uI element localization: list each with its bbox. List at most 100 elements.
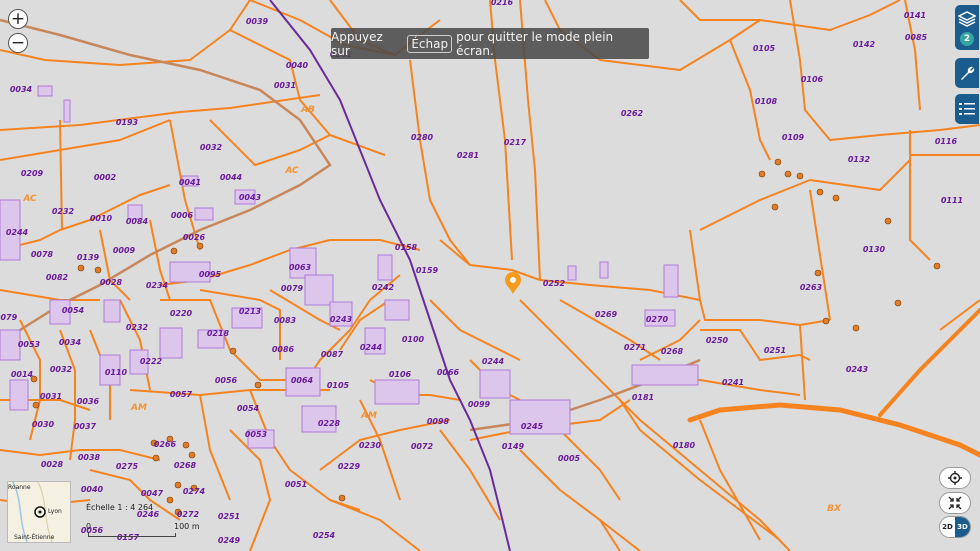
- parcel-number-label: 0034: [10, 85, 33, 94]
- parcel-number-label: 0281: [457, 151, 479, 160]
- parcel-number-label: 0232: [52, 207, 75, 216]
- crosshair-icon: [948, 471, 962, 485]
- parcel-number-label: 0230: [359, 441, 382, 450]
- parcel-number-label: 0229: [338, 462, 361, 471]
- parcel-number-label: 0141: [904, 11, 926, 20]
- parcel-number-label: 0040: [81, 485, 104, 494]
- parcel-number-label: 0111: [941, 196, 963, 205]
- parcel-number-label: 0217: [504, 138, 527, 147]
- parcel-number-label: 0002: [94, 173, 117, 182]
- scale-bar-line: [88, 533, 176, 537]
- minimap-bottom-label: Saint-Étienne: [14, 534, 55, 541]
- legend-button[interactable]: [955, 94, 979, 124]
- parcel-number-label: 0250: [706, 336, 729, 345]
- parcel-number-label: 0280: [411, 133, 434, 142]
- scale-end: 100 m: [174, 522, 200, 531]
- parcel-number-label: 0005: [558, 454, 581, 463]
- parcel-number-label: 0269: [595, 310, 618, 319]
- parcel-number-label: 0064: [291, 376, 314, 385]
- parcel-number-label: 0063: [289, 263, 312, 272]
- exit-fullscreen-button[interactable]: [939, 492, 971, 514]
- parcel-number-label: 0180: [673, 441, 696, 450]
- parcel-number-label: 0218: [207, 329, 230, 338]
- parcel-number-label: 0051: [285, 480, 307, 489]
- parcel-number-label: 0132: [848, 155, 871, 164]
- parcel-number-label: 0209: [21, 169, 44, 178]
- parcel-number-label: 0213: [239, 307, 262, 316]
- parcel-number-label: 0053: [18, 340, 41, 349]
- parcel-number-label: 0072: [411, 442, 434, 451]
- parcel-number-label: 0028: [100, 278, 123, 287]
- fullscreen-notice-suffix: pour quitter le mode plein écran.: [456, 29, 614, 58]
- parcel-number-label: 0066: [437, 368, 460, 377]
- parcel-number-label: 0268: [661, 347, 684, 356]
- parcel-number-label: 0270: [646, 315, 669, 324]
- scale-bar: Échelle 1 : 4 264 0 100 m: [82, 500, 202, 540]
- parcel-number-label: 0100: [402, 335, 425, 344]
- legend-list-icon: [959, 103, 975, 115]
- parcel-number-label: 0139: [77, 253, 100, 262]
- parcel-number-label: 0006: [171, 211, 194, 220]
- minimap-target-icon: [34, 506, 46, 518]
- overview-minimap[interactable]: Roanne Lyon Saint-Étienne: [7, 481, 71, 543]
- parcel-number-label: 0056: [215, 376, 238, 385]
- section-label: BX: [827, 504, 842, 514]
- parcel-number-label: 0159: [416, 266, 439, 275]
- parcel-number-label: 0242: [372, 283, 395, 292]
- parcel-number-label: 0232: [126, 323, 149, 332]
- geolocate-button[interactable]: [939, 467, 971, 489]
- parcel-number-label: 0110: [105, 368, 128, 377]
- parcel-number-label: 0085: [905, 33, 928, 42]
- parcel-number-label: 0109: [782, 133, 805, 142]
- parcel-number-label: 0028: [41, 460, 64, 469]
- parcel-number-label: 0084: [126, 217, 149, 226]
- fullscreen-notice: Appuyez sur Échap pour quitter le mode p…: [331, 28, 649, 59]
- parcel-number-label: 0158: [395, 243, 418, 252]
- parcel-number-label: 0263: [800, 283, 823, 292]
- parcel-number-label: 0053: [245, 430, 268, 439]
- parcel-number-label: 0030: [32, 420, 55, 429]
- tools-button[interactable]: [955, 58, 979, 88]
- zoom-out-button[interactable]: −: [8, 33, 28, 53]
- parcel-number-label: 0086: [272, 345, 295, 354]
- parcel-number-label: 0241: [722, 378, 744, 387]
- parcel-number-label: 0078: [31, 250, 54, 259]
- escape-key: Échap: [407, 34, 453, 53]
- parcel-number-label: 0026: [183, 233, 206, 242]
- parcel-number-label: 0106: [389, 370, 412, 379]
- parcel-number-label: 0116: [935, 137, 958, 146]
- parcel-number-label: 0262: [621, 109, 644, 118]
- zoom-in-button[interactable]: +: [8, 9, 28, 29]
- parcel-number-label: 0043: [239, 193, 262, 202]
- view-mode-toggle[interactable]: 2D 3D: [939, 516, 971, 538]
- layers-icon: [958, 11, 976, 27]
- parcel-number-label: 0181: [632, 393, 654, 402]
- parcel-number-label: 0083: [274, 316, 297, 325]
- collapse-icon: [948, 496, 962, 510]
- parcel-number-label: 0079: [281, 284, 304, 293]
- parcel-number-label: 0244: [482, 357, 505, 366]
- parcel-number-label: 0054: [62, 306, 85, 315]
- parcel-number-label: 0095: [199, 270, 222, 279]
- view-2d-option[interactable]: 2D: [940, 517, 955, 537]
- parcel-number-label: 0032: [50, 365, 73, 374]
- parcel-number-label: 0105: [327, 381, 350, 390]
- parcel-number-label: 0031: [274, 81, 296, 90]
- parcel-number-label: 0010: [90, 214, 113, 223]
- view-3d-option[interactable]: 3D: [955, 517, 970, 537]
- parcel-number-label: 0142: [853, 40, 876, 49]
- parcel-number-label: 0193: [116, 118, 139, 127]
- parcel-number-label: 0130: [863, 245, 886, 254]
- cadastral-map[interactable]: ABACACAMAMBX 003902160141004002610031008…: [0, 0, 980, 551]
- layers-count-badge: 2: [960, 32, 974, 46]
- section-label: AC: [22, 194, 37, 204]
- parcel-number-label: 0036: [77, 397, 100, 406]
- parcel-number-label: 0251: [764, 346, 786, 355]
- layers-button[interactable]: 2: [955, 5, 979, 50]
- parcel-number-label: 0057: [170, 390, 193, 399]
- parcel-number-label: 0266: [154, 440, 177, 449]
- parcel-number-label: 0014: [11, 370, 34, 379]
- parcel-number-label: 0228: [318, 419, 341, 428]
- minimap-top-label: Roanne: [8, 484, 31, 491]
- parcel-number-label: 0087: [321, 350, 344, 359]
